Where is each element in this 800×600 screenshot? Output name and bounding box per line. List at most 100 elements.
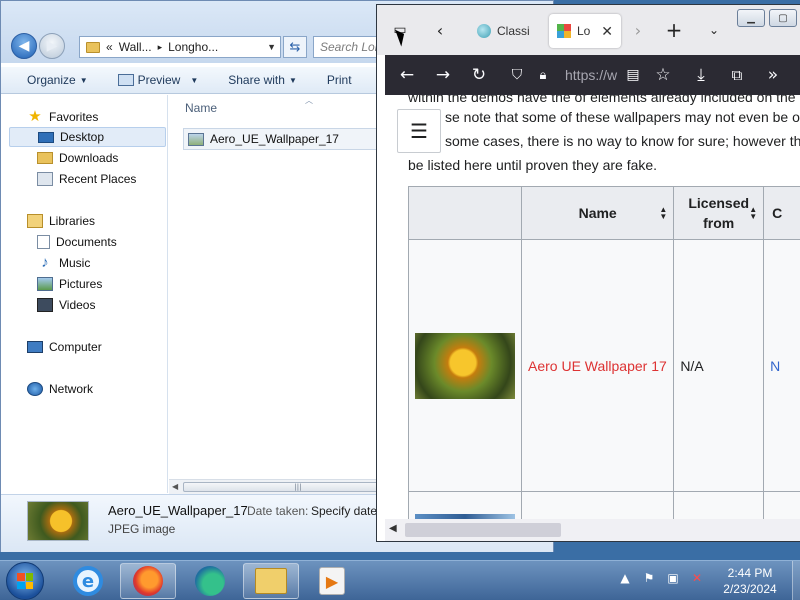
share-with-menu[interactable]: Share with ▼ <box>206 73 305 87</box>
tab-classic[interactable]: Classi <box>469 14 541 48</box>
date-taken-value[interactable]: Specify date <box>311 504 377 518</box>
page-horizontal-scrollbar[interactable]: ◀ <box>385 519 800 541</box>
taskbar-internet-explorer[interactable]: e <box>60 563 116 599</box>
music-icon: ♪ <box>41 254 49 271</box>
shield-icon[interactable]: ⛉ <box>505 63 529 87</box>
forward-button[interactable]: ▶ <box>39 33 65 59</box>
nav-videos[interactable]: Videos <box>37 295 95 315</box>
date-taken-label: Date taken: <box>247 504 309 518</box>
reload-icon[interactable]: ↻ <box>467 63 491 87</box>
refresh-button[interactable]: ⇆ <box>283 36 307 58</box>
chevron-down-icon[interactable]: ▼ <box>267 42 276 52</box>
overflow-menu-icon[interactable]: » <box>761 63 785 87</box>
classic-globe-icon <box>477 24 491 38</box>
sort-icon[interactable]: ▲ ▼ <box>659 206 667 221</box>
back-button[interactable]: ◀ <box>11 33 37 59</box>
page-content: within the demos have the of elements al… <box>385 95 800 519</box>
thumbnail-cell <box>408 491 522 519</box>
libraries-icon <box>27 214 43 228</box>
image-file-icon <box>188 132 204 146</box>
thumbnail-cell <box>408 239 522 492</box>
lock-icon[interactable]: 🔒︎ <box>531 63 555 87</box>
share-with-label: Share with <box>228 73 285 87</box>
column-header-name[interactable]: Name <box>185 101 217 115</box>
nav-downloads[interactable]: Downloads <box>37 148 118 168</box>
network-status-icon[interactable]: ▣ <box>666 571 680 585</box>
scrollbar-thumb[interactable] <box>405 523 561 537</box>
nav-music[interactable]: ♪ Music <box>37 253 90 273</box>
nav-desktop[interactable]: Desktop <box>9 127 166 147</box>
nav-libraries-label: Libraries <box>49 214 96 228</box>
url-field[interactable]: https://w <box>565 67 617 83</box>
details-file-type: JPEG image <box>108 522 176 536</box>
nav-recent-places-label: Recent Places <box>59 172 137 186</box>
preview-menu[interactable]: Preview ▼ <box>96 73 207 87</box>
scroll-left-icon[interactable]: ◀ <box>389 523 397 534</box>
column-header-next[interactable]: C <box>763 186 800 240</box>
back-arrow-icon[interactable]: ← <box>395 63 419 87</box>
scroll-tabs-right-icon[interactable]: › <box>625 17 651 43</box>
taskbar-explorer[interactable] <box>243 563 299 599</box>
videos-icon <box>37 298 53 312</box>
wallpaper-thumbnail[interactable] <box>415 332 515 399</box>
print-label: Print <box>326 73 352 87</box>
nav-recent-places[interactable]: Recent Places <box>37 169 136 189</box>
close-tab-icon[interactable]: ✕ <box>601 23 613 40</box>
maximize-button[interactable]: ▢ <box>769 9 797 27</box>
taskbar-edge[interactable] <box>182 563 238 599</box>
column-header-licensed-from[interactable]: Licensed from ▲ ▼ <box>673 186 765 240</box>
column-header-name-label: Name <box>578 205 617 221</box>
forward-arrow-icon[interactable]: → <box>431 63 455 87</box>
table-header-row: Name ▲ ▼ Licensed from ▲ ▼ C <box>408 186 800 240</box>
scroll-tabs-left-icon[interactable]: ‹ <box>427 17 453 43</box>
file-thumbnail <box>27 501 89 541</box>
downloads-icon[interactable]: ⤓ <box>689 63 713 87</box>
paragraph-line: within the demos have the of elements al… <box>408 95 796 105</box>
breadcrumb-wallpapers[interactable]: Wall... <box>119 40 152 54</box>
system-clock[interactable]: 2:44 PM 2/23/2024 <box>708 565 792 597</box>
table-row: Aero UE Wallpaper 17 N/A N <box>408 239 800 492</box>
navigation-toolbar: ← → ↻ ⛉ 🔒︎ https://w ▤ ☆ ⤓ ⧉ » <box>385 55 800 95</box>
list-all-tabs-icon[interactable]: ⌄ <box>701 17 727 43</box>
bookmark-star-icon[interactable]: ☆ <box>651 63 675 87</box>
nav-network[interactable]: Network <box>27 379 93 399</box>
taskbar-firefox[interactable] <box>120 563 176 599</box>
organize-label: Organize <box>27 73 76 87</box>
recent-places-icon <box>37 172 53 186</box>
caret-down-icon: ▼ <box>288 75 297 85</box>
nav-computer[interactable]: Computer <box>27 337 102 357</box>
table-of-contents-button[interactable]: ☰ <box>397 109 441 153</box>
windows-logo-icon <box>17 573 33 589</box>
show-desktop-button[interactable] <box>792 561 800 600</box>
show-hidden-icons-icon[interactable]: ▲ <box>618 571 632 585</box>
file-item[interactable]: Aero_UE_Wallpaper_17 <box>183 128 393 150</box>
organize-menu[interactable]: Organize ▼ <box>1 73 96 87</box>
wallpaper-name-link[interactable]: Aero UE Wallpaper 17 <box>528 358 667 374</box>
scroll-left-icon[interactable]: ◀ <box>172 482 178 491</box>
nav-pictures[interactable]: Pictures <box>37 274 102 294</box>
address-bar[interactable]: « Wall... ▸ Longho... ▼ <box>79 36 281 58</box>
volume-muted-icon[interactable]: ✕ <box>690 571 704 585</box>
action-center-flag-icon[interactable]: ⚑ <box>642 571 656 585</box>
column-header-licensed-label: Licensed from <box>688 195 750 231</box>
new-tab-icon[interactable]: + <box>661 17 687 43</box>
tab-active[interactable]: Lo ✕ <box>549 14 621 48</box>
next-column-link[interactable]: N <box>770 358 780 374</box>
taskbar-media-player[interactable]: ▶ <box>304 563 360 599</box>
nav-documents[interactable]: Documents <box>37 232 117 252</box>
print-button[interactable]: Print <box>305 73 360 87</box>
minimize-button[interactable]: ▁ <box>737 9 765 27</box>
preview-icon <box>117 74 134 86</box>
details-file-name: Aero_UE_Wallpaper_17 <box>108 503 248 518</box>
start-button[interactable] <box>6 562 44 600</box>
column-header-name[interactable]: Name ▲ ▼ <box>520 186 675 240</box>
reader-view-icon[interactable]: ▤ <box>621 63 645 87</box>
edge-icon <box>195 566 225 596</box>
breadcrumb-longhorn[interactable]: Longho... <box>168 40 218 54</box>
taskbar: e ▶ ▲ ⚑ ▣ ✕ 2:44 PM 2/23/2024 <box>0 560 800 600</box>
extensions-icon[interactable]: ⧉ <box>725 63 749 87</box>
nav-libraries[interactable]: Libraries <box>27 211 95 231</box>
nav-music-label: Music <box>59 256 91 270</box>
sort-icon[interactable]: ▲ ▼ <box>749 206 757 221</box>
nav-favorites[interactable]: ★ Favorites <box>27 107 98 127</box>
